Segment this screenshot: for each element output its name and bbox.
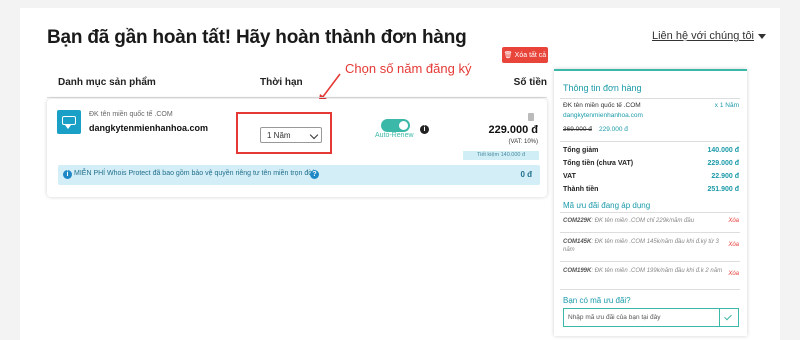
period-select[interactable]: 1 Năm	[260, 127, 322, 143]
whois-promo: i MIỄN PHÍ Whois Protect đã bao gồm bảo …	[58, 165, 540, 185]
toggle-knob	[399, 121, 408, 130]
col-product: Danh mục sản phẩm	[58, 77, 156, 88]
divider	[560, 232, 740, 233]
divider	[560, 98, 740, 99]
divider	[560, 141, 740, 142]
chevron-down-icon	[309, 130, 319, 140]
col-amount: Số tiền	[513, 77, 547, 88]
apply-code-button[interactable]	[719, 309, 738, 326]
promo-amount: 0 đ	[520, 170, 532, 179]
subtotal-value: 229.000 đ	[707, 160, 739, 167]
summary-title: Thông tin đơn hàng	[563, 83, 642, 93]
product-domain: dangkytenmienhanhoa.com	[89, 123, 209, 133]
total-discount-value: 140.000 đ	[707, 147, 739, 154]
summary-item-name: ĐK tên miền quốc tế .COM	[563, 102, 641, 109]
product-type: ĐK tên miền quốc tế .COM	[89, 111, 173, 118]
discount-item: COM199K: ĐK tên miền .COM 199k/năm đầu k…	[563, 267, 723, 275]
contact-label[interactable]: Liên hệ với chúng tôi	[652, 30, 754, 42]
total-discount-label: Tổng giảm	[563, 147, 599, 154]
subtotal-label: Tổng tiền (chưa VAT)	[563, 160, 634, 167]
help-circle-icon[interactable]: ?	[310, 170, 319, 179]
promo-text: MIỄN PHÍ Whois Protect đã bao gồm bảo vệ…	[74, 170, 315, 177]
divider	[560, 289, 740, 290]
summary-new-price: 229.000 đ	[599, 126, 628, 133]
divider	[560, 261, 740, 262]
discount-code: COM229K	[563, 218, 592, 224]
caret-down-icon	[758, 33, 767, 39]
vat-note: (VAT: 10%)	[508, 139, 538, 145]
grand-total-value: 251.900 đ	[707, 186, 739, 193]
summary-item-domain: dangkytenmienhanhoa.com	[563, 112, 643, 119]
discount-desc: : ĐK tên miền .COM 199k/năm đầu khi đ.k …	[591, 268, 723, 274]
discount-item: COM145K: ĐK tên miền .COM 145k/năm đầu k…	[563, 238, 723, 254]
contact-link[interactable]: Liên hệ với chúng tôi	[652, 30, 767, 42]
cart-header: Danh mục sản phẩm Thời hạn Số tiền	[47, 69, 547, 98]
promo-code-question: Bạn có mã ưu đãi?	[563, 296, 631, 305]
divider	[560, 212, 740, 213]
info-circle-icon: i	[63, 170, 72, 179]
order-summary: Thông tin đơn hàng ĐK tên miền quốc tế .…	[554, 69, 747, 336]
period-value: 1 Năm	[267, 130, 291, 140]
item-price: 229.000 đ	[488, 124, 538, 136]
delete-all-button[interactable]: 🗑 Xóa tất cả	[502, 47, 548, 63]
vat-label: VAT	[563, 173, 576, 180]
page: Bạn đã gần hoàn tất! Hãy hoàn thành đơn …	[0, 0, 800, 340]
trash-icon: 🗑	[503, 52, 513, 59]
col-period: Thời hạn	[260, 77, 303, 88]
remove-item-icon[interactable]	[528, 113, 534, 121]
discount-code: COM145K	[563, 239, 592, 245]
remove-discount-link[interactable]: Xóa	[728, 242, 739, 248]
promo-code-box	[563, 308, 739, 327]
discount-code: COM199K	[563, 268, 592, 274]
discounts-title: Mã ưu đãi đang áp dụng	[563, 201, 651, 210]
promo-code-input[interactable]	[564, 309, 720, 326]
auto-renew-toggle[interactable]	[381, 119, 410, 132]
page-title: Bạn đã gần hoàn tất! Hãy hoàn thành đơn …	[47, 27, 467, 48]
vat-value: 22.900 đ	[711, 173, 739, 180]
grand-total-label: Thành tiền	[563, 186, 599, 193]
discount-item: COM229K: ĐK tên miền .COM chỉ 229k/năm đ…	[563, 217, 723, 225]
summary-item-qty: x 1 Năm	[714, 102, 739, 109]
summary-old-price: 369.000 đ	[563, 126, 592, 133]
discount-desc: : ĐK tên miền .COM chỉ 229k/năm đầu	[591, 218, 695, 224]
remove-discount-link[interactable]: Xóa	[728, 218, 739, 224]
domain-chat-icon	[57, 110, 81, 134]
saving-badge: Tiết kiệm 140.000 đ	[463, 151, 539, 160]
auto-renew-label: Auto-Renew	[375, 132, 414, 139]
info-icon[interactable]: i	[420, 125, 429, 134]
remove-discount-link[interactable]: Xóa	[728, 271, 739, 277]
delete-all-label: Xóa tất cả	[514, 51, 547, 59]
